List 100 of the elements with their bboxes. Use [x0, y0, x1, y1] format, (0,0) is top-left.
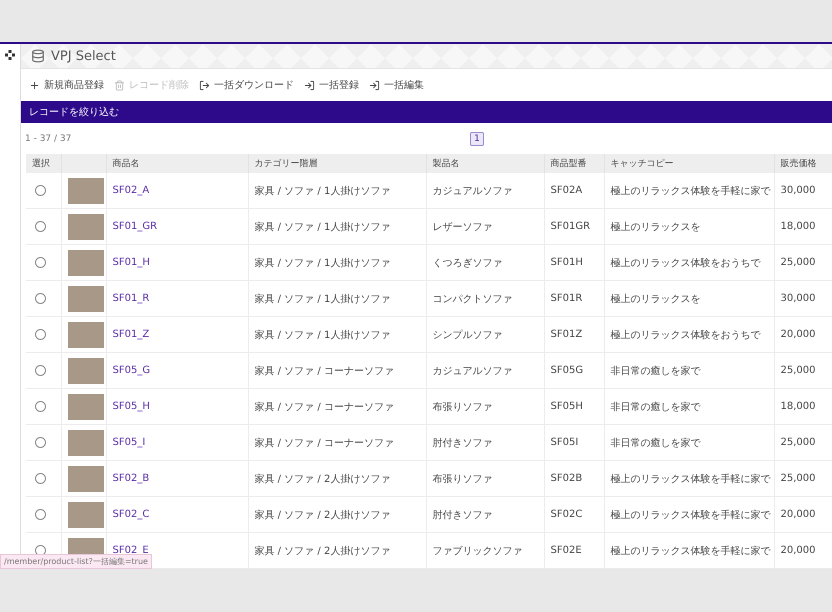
toolbar-button[interactable]: 新規商品登録	[29, 78, 104, 92]
table-cell: 極上のリラックス体験を手軽に家で	[610, 546, 770, 557]
table-cell: 非日常の癒しを家で	[610, 438, 700, 449]
trash-icon	[114, 80, 125, 91]
table-cell: SF05I	[550, 437, 578, 448]
table-cell: ファブリックソファ	[432, 546, 522, 557]
radio-button[interactable]	[35, 257, 46, 268]
radio-button[interactable]	[35, 401, 46, 412]
table-cell: 非日常の癒しを家で	[610, 402, 700, 413]
table-cell: 肘付きソファ	[432, 438, 492, 449]
database-icon	[31, 49, 45, 64]
table-cell: SF01GR	[550, 221, 590, 232]
status-url: /member/product-list?一括編集=true	[0, 554, 152, 569]
table-cell: 家具 / ソファ / 2人掛けソファ	[254, 510, 390, 521]
table-cell: 極上のリラックスを	[610, 294, 700, 305]
exit-icon	[199, 80, 210, 91]
table-cell: 20,000	[780, 329, 816, 340]
product-link[interactable]: SF02_C	[112, 509, 150, 520]
photo-placeholder	[68, 286, 104, 312]
table-cell: SF02C	[550, 509, 582, 520]
table-cell: コンパクトソファ	[432, 294, 512, 305]
enter-icon	[304, 80, 315, 91]
column-header: 販売価格	[774, 154, 832, 174]
table-cell: 極上のリラックス体験をおうちで	[610, 258, 760, 269]
enter-icon	[369, 80, 380, 91]
table-cell: 極上のリラックスを	[610, 222, 700, 233]
radio-button[interactable]	[35, 221, 46, 232]
product-link[interactable]: SF05_H	[112, 401, 150, 412]
table-cell: 18,000	[780, 401, 816, 412]
radio-button[interactable]	[35, 473, 46, 484]
table-cell: SF01Z	[550, 329, 582, 340]
photo-placeholder	[68, 502, 104, 528]
product-link[interactable]: SF05_G	[112, 365, 150, 376]
product-link[interactable]: SF02_A	[112, 185, 150, 196]
toolbar-button[interactable]: 一括ダウンロード	[199, 78, 294, 92]
table-cell: 家具 / ソファ / 1人掛けソファ	[254, 222, 390, 233]
table-cell: 25,000	[780, 473, 816, 484]
table-cell: SF01H	[550, 257, 583, 268]
table-cell: 25,000	[780, 437, 816, 448]
column-header: 製品名	[426, 154, 544, 174]
table-cell: 家具 / ソファ / 2人掛けソファ	[254, 546, 390, 557]
table-cell: 布張りソファ	[432, 402, 492, 413]
table-cell: SF01R	[550, 293, 582, 304]
table-cell: SF02B	[550, 473, 582, 484]
table-cell: 極上のリラックス体験を手軽に家で	[610, 510, 770, 521]
table-cell: 肘付きソファ	[432, 510, 492, 521]
table-cell: 極上のリラックス体験を手軽に家で	[610, 186, 770, 197]
column-header: 商品型番	[544, 154, 604, 174]
app-title: VPJ Select	[51, 48, 116, 64]
filter-bar[interactable]: レコードを絞り込む	[21, 101, 832, 123]
table-cell: 家具 / ソファ / 1人掛けソファ	[254, 258, 390, 269]
table-cell: 家具 / ソファ / 1人掛けソファ	[254, 294, 390, 305]
photo-placeholder	[68, 214, 104, 240]
product-link[interactable]: SF01_GR	[112, 221, 158, 232]
product-link[interactable]: SF01_R	[112, 293, 150, 304]
column-header: キャッチコピー	[604, 154, 774, 174]
table-cell: シンプルソファ	[432, 330, 502, 341]
table-cell: SF05G	[550, 365, 584, 376]
table-cell: 家具 / ソファ / コーナーソファ	[254, 366, 394, 377]
photo-placeholder	[68, 250, 104, 276]
table-cell: 20,000	[780, 545, 816, 556]
photo-placeholder	[68, 322, 104, 348]
radio-button[interactable]	[35, 509, 46, 520]
plus-icon	[29, 80, 40, 91]
grid-icon[interactable]	[5, 50, 15, 60]
table-cell: 20,000	[780, 509, 816, 520]
product-link[interactable]: SF02_B	[112, 473, 150, 484]
table-cell: 25,000	[780, 257, 816, 268]
radio-button[interactable]	[35, 329, 46, 340]
photo-placeholder	[68, 430, 104, 456]
radio-button[interactable]	[35, 365, 46, 376]
table-cell: くつろぎソファ	[432, 258, 502, 269]
table-cell: 家具 / ソファ / 1人掛けソファ	[254, 186, 390, 197]
column-header: カテゴリー階層	[248, 154, 426, 174]
table-cell: 布張りソファ	[432, 474, 492, 485]
column-header: 商品名	[106, 154, 248, 174]
column-header: 選択	[26, 154, 61, 174]
table-cell: SF05H	[550, 401, 583, 412]
toolbar-button[interactable]: 一括編集	[369, 78, 424, 92]
table-cell: 家具 / ソファ / 2人掛けソファ	[254, 474, 390, 485]
radio-button[interactable]	[35, 293, 46, 304]
product-link[interactable]: SF05_I	[112, 437, 146, 448]
product-link[interactable]: SF01_Z	[112, 329, 150, 340]
table-cell: 家具 / ソファ / 1人掛けソファ	[254, 330, 390, 341]
table-cell: 18,000	[780, 221, 816, 232]
table-cell: 家具 / ソファ / コーナーソファ	[254, 438, 394, 449]
photo-placeholder	[68, 394, 104, 420]
record-count: 1 - 37 / 37	[25, 134, 72, 144]
radio-button[interactable]	[35, 185, 46, 196]
table-cell: レザーソファ	[432, 222, 492, 233]
table-cell: カジュアルソファ	[432, 186, 512, 197]
photo-placeholder	[68, 178, 104, 204]
table-cell: 家具 / ソファ / コーナーソファ	[254, 402, 394, 413]
radio-button[interactable]	[35, 437, 46, 448]
table-cell: 30,000	[780, 185, 816, 196]
product-link[interactable]: SF01_H	[112, 257, 150, 268]
table-cell: 極上のリラックス体験を手軽に家で	[610, 474, 770, 485]
table-cell: 非日常の癒しを家で	[610, 366, 700, 377]
toolbar-button[interactable]: 一括登録	[304, 78, 359, 92]
page-button[interactable]: 1	[470, 132, 484, 146]
